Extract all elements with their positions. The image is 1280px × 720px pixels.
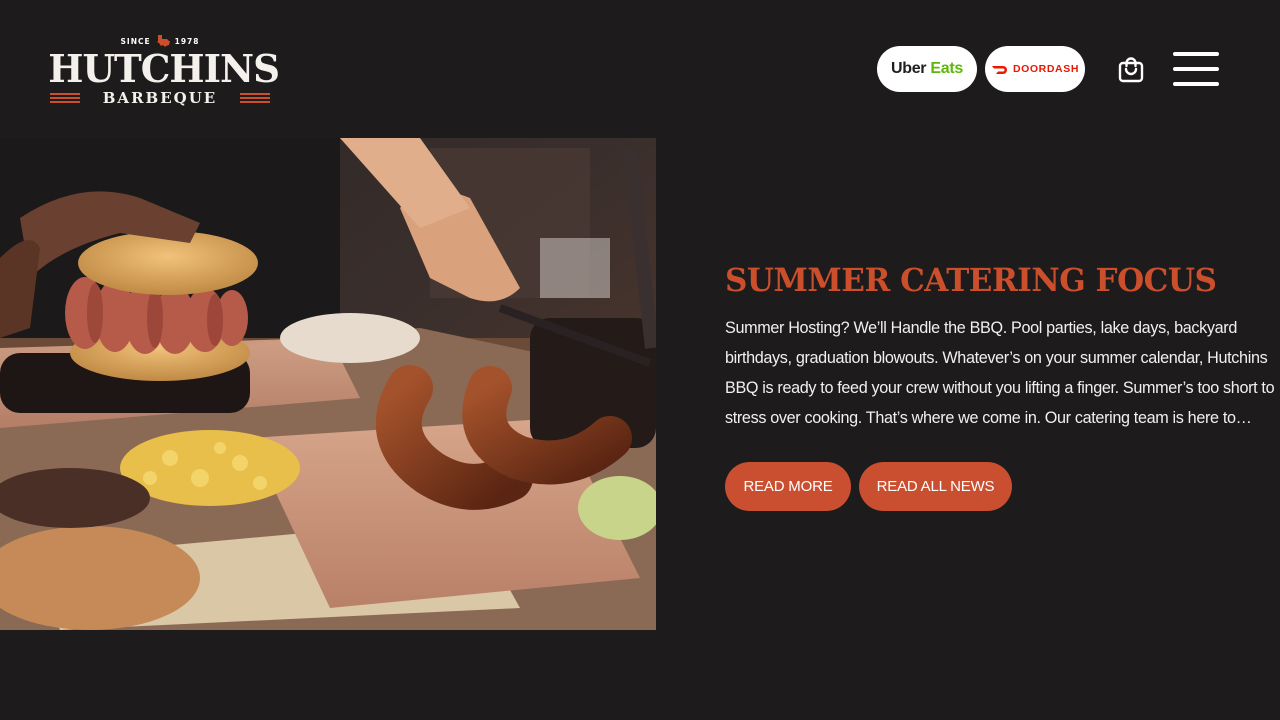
post-title[interactable]: SUMMER CATERING FOCUS [725,262,1263,298]
doordash-logo: DOORDASH [991,63,1079,75]
post-actions: READ MORE READ ALL NEWS [725,462,1012,511]
doordash-icon [991,66,1007,74]
uber-eats-button[interactable]: Uber Eats [877,46,977,92]
logo-subtitle: BARBEQUE [102,89,218,107]
hamburger-menu-icon[interactable] [1172,50,1220,88]
read-more-button[interactable]: READ MORE [725,462,851,511]
uber-eats-logo: Uber Eats [890,60,964,77]
logo-subtitle-line: BARBEQUE [50,89,270,107]
read-all-news-button[interactable]: READ ALL NEWS [859,462,1012,511]
post-excerpt: Summer Hosting? We’ll Handle the BBQ. Po… [725,319,1275,427]
logo-wordmark: HUTCHINS [48,46,280,91]
shopping-bag-icon[interactable] [1117,55,1145,83]
logo-stripes-right [240,93,270,103]
bbq-hero-image [0,138,656,630]
logo-stripes-left [50,93,80,103]
site-header: SINCE 1978 HUTCHINS BARBEQUE Uber Eats DO… [0,0,1280,138]
hutchins-logo[interactable]: SINCE 1978 HUTCHINS BARBEQUE [46,30,280,110]
doordash-button[interactable]: DOORDASH [985,46,1085,92]
news-post: SUMMER CATERING FOCUS Summer Hosting? We… [725,262,1280,511]
